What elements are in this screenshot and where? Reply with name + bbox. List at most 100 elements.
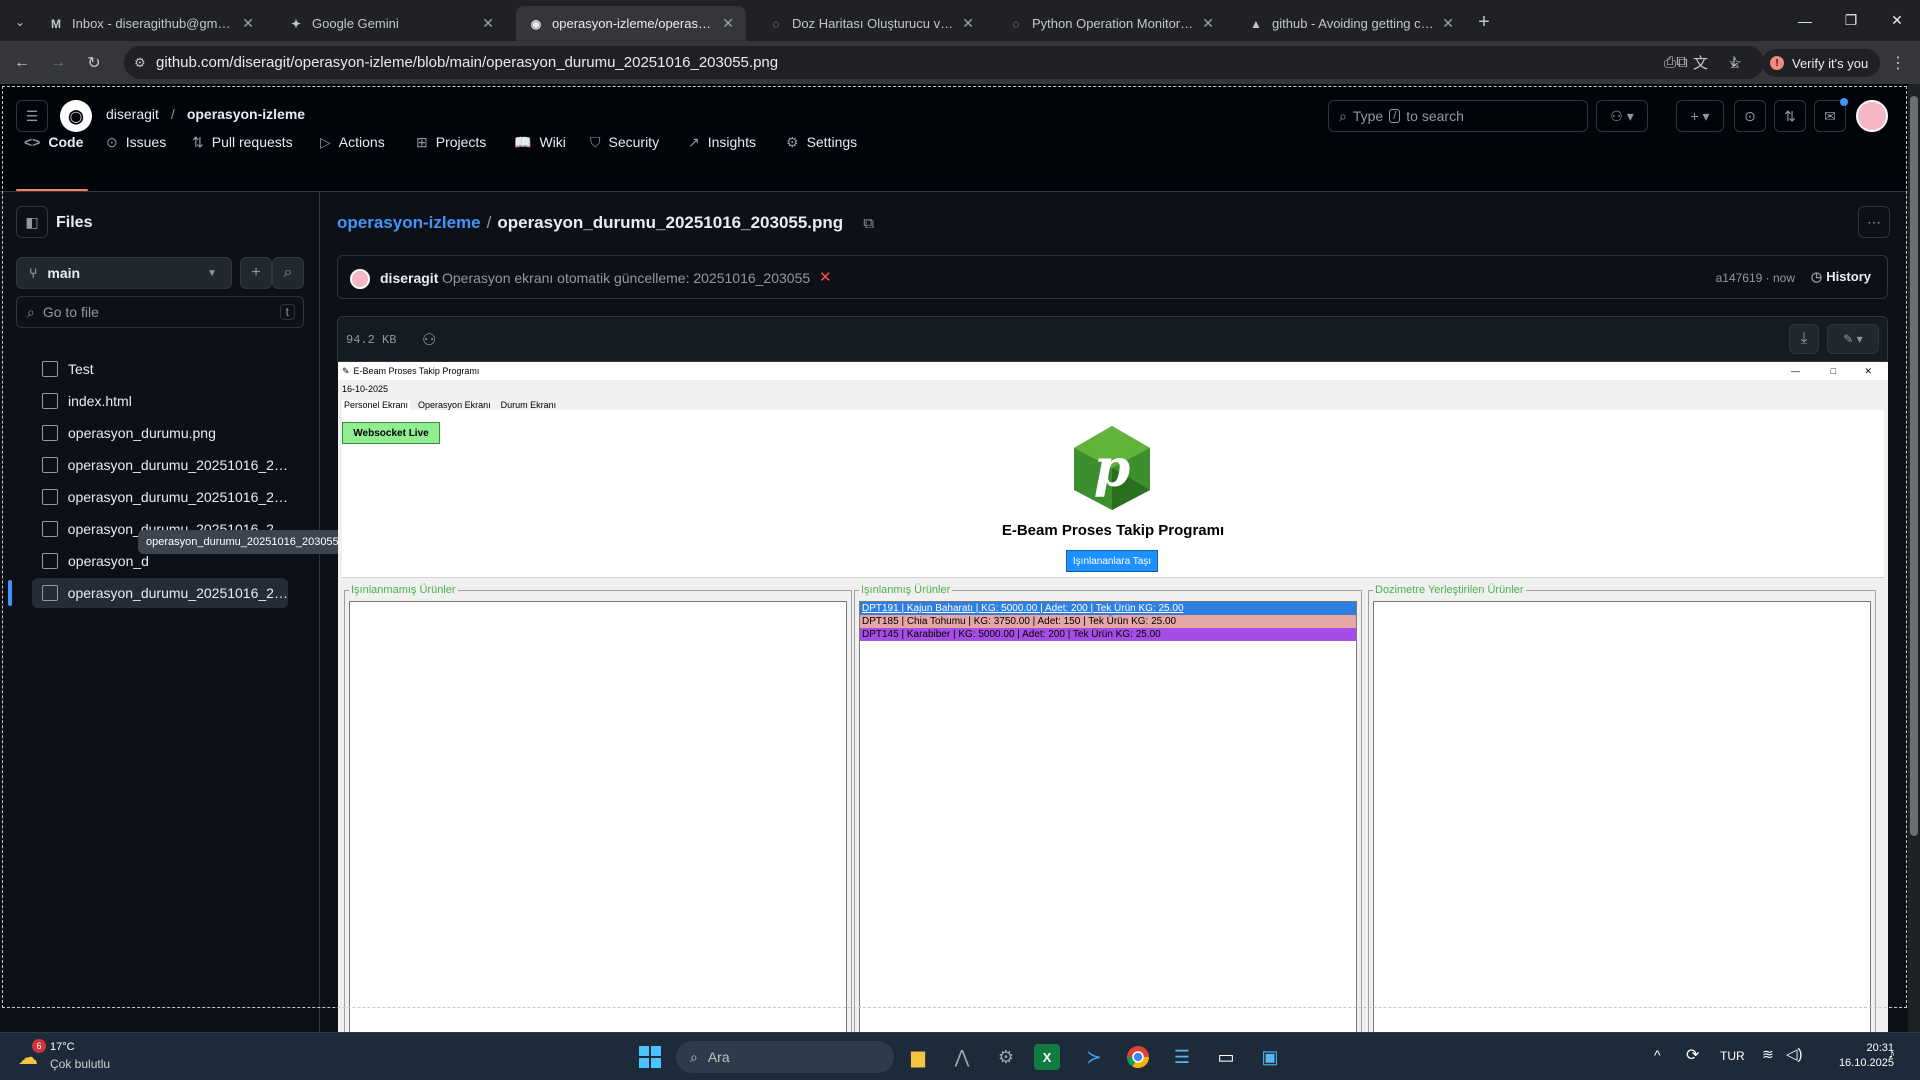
tab-close-icon[interactable]: ✕ [722,15,734,32]
go-to-file-input[interactable]: ⌕ Go to file t [16,296,304,328]
app-minimize-icon[interactable]: — [1791,366,1800,376]
downloads-icon[interactable]: ⤓ [1722,51,1746,75]
avatar[interactable] [1856,100,1888,132]
search-files-button[interactable]: ⌕ [272,257,304,289]
new-tab-button[interactable]: + [1470,8,1498,36]
close-window-button[interactable]: ✕ [1874,0,1920,41]
more-options-icon[interactable]: ⋯ [1858,206,1890,238]
terminal-icon[interactable]: ▭ [1210,1041,1242,1073]
tab-close-icon[interactable]: ✕ [482,15,494,32]
pull-requests-icon[interactable]: ⇅ [1774,100,1806,132]
extensions-icon[interactable]: ⧉ [1670,51,1694,75]
app-icon[interactable]: ⚙ [990,1041,1022,1073]
windows-start-icon[interactable] [634,1041,666,1073]
browser-tab[interactable]: ✦ Google Gemini ✕ [276,6,506,41]
tab-insights[interactable]: ↗ Insights [688,124,756,160]
chrome-menu-icon[interactable]: ⋮ [1886,51,1910,75]
commit-message[interactable]: Operasyon ekranı otomatik güncelleme: 20… [442,270,810,286]
minimize-button[interactable]: — [1782,0,1828,41]
tab-actions[interactable]: ▷ Actions [320,124,385,160]
browser-tab[interactable]: ◉ operasyon-izleme/operasyon_d ✕ [516,6,746,41]
repo-name-link[interactable]: operasyon-izleme [187,106,305,122]
list-item[interactable]: DPT185 | Chia Tohumu | KG: 3750.00 | Ade… [860,615,1356,628]
file-tree-item[interactable]: operasyon_durumu_20251016_20... [32,578,288,608]
chrome-icon[interactable] [1122,1041,1154,1073]
status-fail-icon[interactable]: ✕ [819,268,832,286]
notepad-icon[interactable]: ☰ [1166,1041,1198,1073]
tab-search-button[interactable]: ⌄ [8,10,32,34]
tab-issues[interactable]: ⊙ Issues [106,124,166,160]
file-tree-item[interactable]: operasyon_durumu_20251016_20... [32,450,288,480]
tab-wiki[interactable]: 📖 Wiki [514,124,566,160]
breadcrumb-repo-link[interactable]: operasyon-izleme [337,213,481,233]
search-box[interactable]: ⌕ Type / to search [1328,100,1588,132]
add-file-button[interactable]: + [240,257,272,289]
taskbar-search[interactable]: ⌕ Ara [676,1041,894,1073]
reload-icon[interactable]: ↻ [82,51,106,75]
file-tree-item[interactable]: operasyon_durumu_20251016_20... [32,482,288,512]
commit-author[interactable]: diseragit [380,270,438,286]
browser-tab[interactable]: M Inbox - diseragithub@gmail.com ✕ [36,6,266,41]
file-explorer-icon[interactable]: ▆ [902,1041,934,1073]
file-tree-item[interactable]: index.html [32,386,288,416]
back-icon[interactable]: ← [10,51,34,75]
branch-select[interactable]: ⑂ main ▼ [16,257,232,289]
vscode-icon[interactable]: ≻ [1078,1041,1110,1073]
list-item[interactable]: DPT145 | Karabiber | KG: 5000.00 | Adet:… [860,628,1356,641]
app-maximize-icon[interactable]: □ [1831,366,1836,376]
forward-icon[interactable]: → [46,51,70,75]
app-tab[interactable]: Operasyon Ekranı [416,400,493,410]
product-listbox[interactable] [349,601,847,1032]
browser-tab[interactable]: ▲ github - Avoiding getting cache ✕ [1236,6,1466,41]
chevron-up-icon[interactable]: ^ [1654,1047,1661,1063]
app-tab[interactable]: Durum Ekranı [499,400,559,410]
tab-close-icon[interactable]: ✕ [242,15,254,32]
history-button[interactable]: ◷ History [1811,269,1871,285]
inbox-icon[interactable]: ✉ [1814,98,1848,132]
wifi-icon[interactable]: ≋ [1762,1046,1774,1063]
file-tree-item[interactable]: Test [32,354,288,384]
avatar[interactable] [350,269,370,289]
volume-icon[interactable]: ◁) [1786,1045,1803,1063]
app-close-icon[interactable]: ✕ [1864,366,1872,377]
copy-path-icon[interactable]: ⧉ [863,215,874,232]
weather-widget[interactable]: ☁ 6 17°C Çok bulutlu [16,1039,136,1075]
translate-icon[interactable]: 文 [1693,52,1708,73]
app-icon[interactable]: ▣ [1254,1041,1286,1073]
tab-code[interactable]: <> Code [24,124,83,160]
tab-close-icon[interactable]: ✕ [1202,15,1214,32]
language-indicator[interactable]: TUR [1720,1049,1745,1063]
product-listbox[interactable] [1373,601,1871,1032]
move-to-irradiated-button[interactable]: Işınlananlara Taşı [1066,550,1158,572]
browser-tab[interactable]: ◌ Doz Haritası Oluşturucu ve Ürü ✕ [756,6,986,41]
site-info-icon[interactable]: ⚙ [134,55,146,71]
app-tab[interactable]: Personel Ekranı [342,400,411,410]
tab-close-icon[interactable]: ✕ [1442,15,1454,32]
page-scrollbar[interactable] [1908,84,1920,1032]
app-icon[interactable]: ⋀ [946,1041,978,1073]
product-listbox[interactable]: DPT191 | Kajun Baharatı | KG: 5000.00 | … [859,601,1357,1032]
commit-hash[interactable]: a147619 · now [1716,271,1795,285]
restore-button[interactable]: ❐ [1828,0,1874,41]
address-bar[interactable]: ⚙ github.com/diseragit/operasyon-izleme/… [124,46,1764,79]
tab-settings[interactable]: ⚙ Settings [786,124,857,160]
verify-profile-button[interactable]: ! Verify it's you [1762,49,1881,77]
file-tree-item[interactable]: operasyon_durumu.png [32,418,288,448]
clock[interactable]: 20:31 16.10.2025 [1814,1041,1894,1071]
collapse-sidebar-icon[interactable]: ◧ [16,206,48,238]
edit-button[interactable]: ✎ ▾ [1827,324,1879,354]
browser-tab[interactable]: ◌ Python Operation Monitoring S ✕ [996,6,1226,41]
list-item[interactable]: DPT191 | Kajun Baharatı | KG: 5000.00 | … [860,602,1356,615]
tab-pull-requests[interactable]: ⇅ Pull requests [192,124,293,160]
issues-icon[interactable]: ⊙ [1734,100,1766,132]
repo-owner-link[interactable]: diseragit [106,106,159,122]
notification-bell-icon[interactable]: ♪ [1888,1045,1895,1061]
copilot-icon[interactable]: ⚇ [422,330,436,350]
tab-security[interactable]: ⛉ Security [590,124,659,160]
download-button[interactable]: ⤓ [1789,324,1819,354]
sync-icon[interactable]: ⟳ [1686,1045,1699,1065]
tab-close-icon[interactable]: ✕ [962,15,974,32]
tab-projects[interactable]: ⊞ Projects [416,124,486,160]
create-new-icon[interactable]: + ▾ [1676,100,1724,132]
copilot-icon[interactable]: ⚇ ▾ [1596,100,1648,132]
